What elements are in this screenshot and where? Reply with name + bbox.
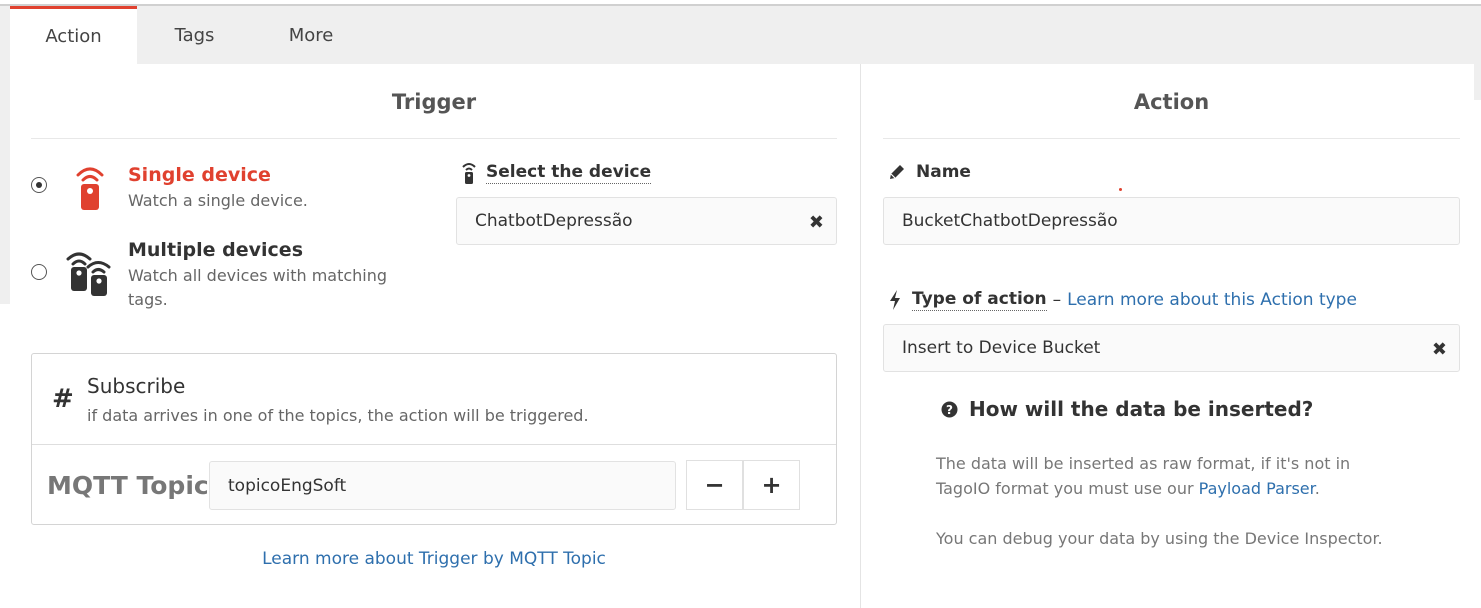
- bolt-icon: [890, 290, 900, 310]
- remote-device-small-icon: [462, 163, 476, 184]
- pencil-icon: [890, 165, 904, 179]
- name-label: Name: [916, 162, 971, 182]
- mqtt-topic-input[interactable]: topicoEngSoft: [209, 461, 676, 510]
- hash-icon: #: [52, 384, 74, 414]
- close-icon[interactable]: ✖: [809, 212, 824, 233]
- learn-more-trigger-link[interactable]: Learn more about Trigger by MQTT Topic: [31, 549, 837, 569]
- mqtt-topic-value: topicoEngSoft: [228, 475, 347, 496]
- subscribe-desc: if data arrives in one of the topics, th…: [87, 406, 589, 425]
- plus-icon: +: [761, 471, 782, 499]
- action-type-select[interactable]: Insert to Device Bucket ✖: [883, 324, 1460, 372]
- help-line-2-suffix: .: [1314, 479, 1320, 498]
- single-device-desc: Watch a single device.: [128, 191, 308, 210]
- device-select-value: ChatbotDepressão: [475, 211, 633, 231]
- multiple-devices-desc-line2: tags.: [128, 290, 168, 309]
- required-dot: [1119, 188, 1122, 191]
- multiple-devices-title: Multiple devices: [128, 239, 303, 261]
- single-device-title: Single device: [128, 164, 271, 186]
- minus-icon: −: [704, 471, 725, 499]
- help-line-1: The data will be inserted as raw format,…: [936, 454, 1351, 473]
- help-text-1: The data will be inserted as raw format,…: [936, 451, 1350, 501]
- add-topic-button[interactable]: +: [743, 460, 800, 510]
- tab-tags[interactable]: Tags: [137, 6, 252, 64]
- tab-more[interactable]: More: [252, 6, 370, 64]
- left-edge-strip: [0, 64, 10, 304]
- type-label: Type of action: [912, 289, 1047, 311]
- trigger-title: Trigger: [391, 90, 477, 114]
- subscribe-title: Subscribe: [87, 374, 186, 398]
- column-divider: [860, 64, 861, 608]
- action-type-value: Insert to Device Bucket: [902, 338, 1101, 358]
- trigger-title-divider: [31, 138, 837, 139]
- action-name-input[interactable]: BucketChatbotDepressão: [883, 197, 1460, 245]
- question-circle-icon: ?: [941, 401, 958, 418]
- help-line-3: You can debug your data by using the Dev…: [936, 529, 1383, 548]
- type-separator: –: [1052, 290, 1062, 310]
- select-device-label: Select the device: [486, 162, 652, 184]
- subscribe-card-divider: [32, 444, 836, 445]
- close-icon[interactable]: ✖: [1432, 339, 1447, 360]
- remote-devices-icon: [66, 252, 111, 296]
- action-title: Action: [1133, 90, 1210, 114]
- remote-device-icon: [76, 167, 104, 210]
- remove-topic-button[interactable]: −: [686, 460, 743, 510]
- mqtt-topic-label: MQTT Topic: [47, 471, 209, 500]
- action-name-value: BucketChatbotDepressão: [902, 211, 1118, 231]
- tab-action-label: Action: [45, 26, 102, 47]
- help-title: How will the data be inserted?: [969, 397, 1314, 421]
- tab-tags-label: Tags: [174, 24, 215, 46]
- learn-more-action-link[interactable]: Learn more about this Action type: [1067, 290, 1357, 310]
- help-line-2: TagoIO format you must use our Payload P…: [936, 476, 1350, 501]
- right-edge-strip: [1474, 6, 1481, 100]
- help-line-2-prefix: TagoIO format you must use our: [936, 479, 1199, 498]
- action-title-divider: [883, 138, 1460, 139]
- type-label-row: Type of action – Learn more about this A…: [888, 289, 1357, 311]
- tab-action[interactable]: Action: [10, 6, 137, 64]
- select-device-label-row: Select the device: [462, 162, 652, 184]
- device-select[interactable]: ChatbotDepressão ✖: [456, 197, 837, 245]
- tab-more-label: More: [288, 24, 334, 46]
- single-device-radio[interactable]: [31, 177, 47, 193]
- payload-parser-link[interactable]: Payload Parser: [1199, 479, 1315, 498]
- name-label-row: Name: [888, 162, 971, 182]
- multiple-devices-desc-line1: Watch all devices with matching: [128, 266, 388, 285]
- multiple-devices-radio[interactable]: [31, 264, 47, 280]
- svg-text:?: ?: [946, 403, 953, 417]
